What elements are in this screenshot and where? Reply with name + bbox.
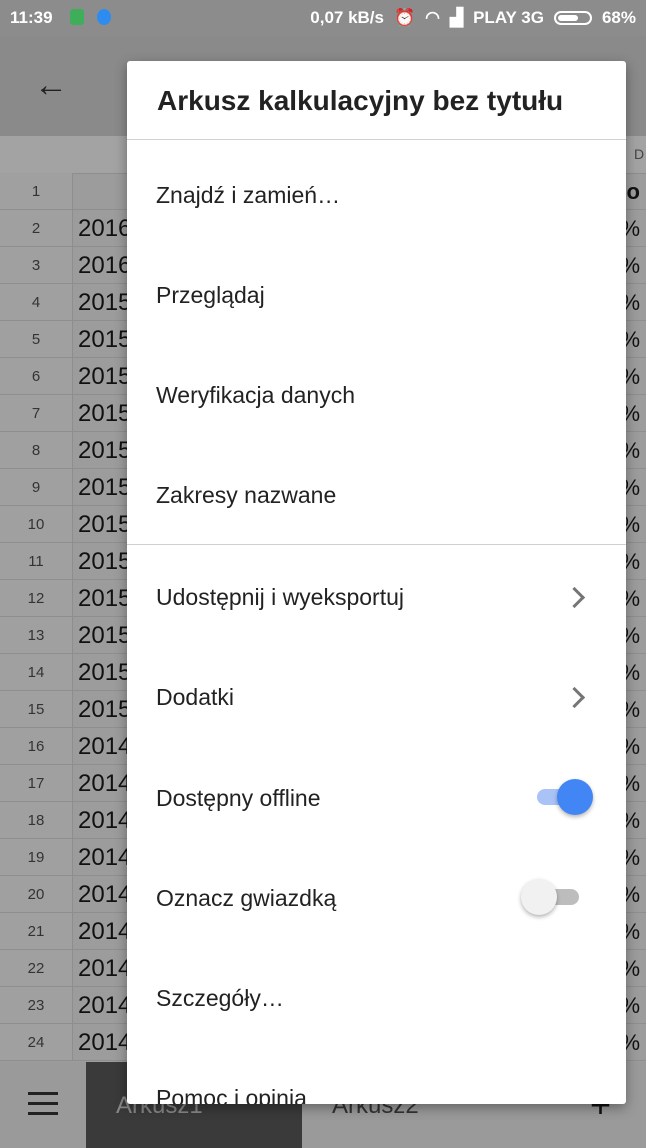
row-number[interactable]: 6 bbox=[0, 358, 73, 394]
menu-item-named-ranges[interactable]: Zakresy nazwane bbox=[127, 444, 626, 544]
menu-item-label: Zakresy nazwane bbox=[156, 482, 337, 508]
menu-item-star[interactable]: Oznacz gwiazdką bbox=[127, 847, 626, 947]
menu-item-data-validation[interactable]: Weryfikacja danych bbox=[127, 344, 626, 444]
divider bbox=[127, 139, 626, 140]
cell-a[interactable]: 2014 bbox=[78, 839, 131, 876]
offline-toggle[interactable] bbox=[533, 777, 593, 817]
sheets-notification-icon bbox=[70, 9, 84, 25]
row-number[interactable]: 5 bbox=[0, 321, 73, 357]
signal-icon: ▟ bbox=[450, 8, 464, 27]
row-number[interactable]: 23 bbox=[0, 987, 73, 1023]
row-number[interactable]: 16 bbox=[0, 728, 73, 764]
chevron-right-icon bbox=[563, 586, 586, 609]
row-number[interactable]: 9 bbox=[0, 469, 73, 505]
cell-a[interactable]: 2016 bbox=[78, 210, 131, 247]
row-number[interactable]: 14 bbox=[0, 654, 73, 690]
cell-a[interactable]: 2015 bbox=[78, 617, 131, 654]
cell-a[interactable]: 2015 bbox=[78, 654, 131, 691]
chevron-right-icon bbox=[563, 686, 586, 709]
row-number[interactable]: 4 bbox=[0, 284, 73, 320]
alarm-icon: ⏰ bbox=[394, 8, 416, 27]
menu-item-addons[interactable]: Dodatki bbox=[127, 646, 626, 746]
menu-item-label: Pomoc i opinia bbox=[156, 1085, 307, 1104]
menu-item-offline[interactable]: Dostępny offline bbox=[127, 747, 626, 847]
menu-item-label: Szczegóły… bbox=[156, 985, 284, 1011]
row-number[interactable]: 1 bbox=[0, 173, 73, 209]
row-number[interactable]: 7 bbox=[0, 395, 73, 431]
menu-item-label: Dostępny offline bbox=[156, 785, 321, 811]
cell-a[interactable]: 2015 bbox=[78, 543, 131, 580]
row-number[interactable]: 21 bbox=[0, 913, 73, 949]
net-speed: 0,07 kB/s bbox=[310, 8, 384, 27]
messenger-notification-icon bbox=[97, 9, 111, 25]
cell-a[interactable]: 2014 bbox=[78, 913, 131, 950]
menu-item-browse[interactable]: Przeglądaj bbox=[127, 244, 626, 344]
battery-level: 68% bbox=[601, 8, 636, 27]
row-number[interactable]: 24 bbox=[0, 1024, 73, 1060]
cell-a[interactable]: 2014 bbox=[78, 876, 131, 913]
cell-a[interactable]: 2015 bbox=[78, 321, 131, 358]
cell-a[interactable]: 2015 bbox=[78, 580, 131, 617]
row-number[interactable]: 11 bbox=[0, 543, 73, 579]
row-number[interactable]: 17 bbox=[0, 765, 73, 801]
row-number[interactable]: 19 bbox=[0, 839, 73, 875]
menu-item-label: Znajdź i zamień… bbox=[156, 182, 341, 208]
cell-a[interactable]: 2015 bbox=[78, 691, 131, 728]
status-bar: 11:39 0,07 kB/s ⏰ ◠ ▟ PLAY 3G 68% bbox=[0, 0, 646, 36]
toggle-thumb bbox=[557, 779, 593, 815]
menu-item-label: Weryfikacja danych bbox=[156, 382, 355, 408]
battery-icon bbox=[553, 11, 592, 25]
menu-icon[interactable] bbox=[28, 1092, 58, 1122]
row-number[interactable]: 13 bbox=[0, 617, 73, 653]
cell-a[interactable]: 2014 bbox=[78, 728, 131, 765]
cell-a[interactable]: 2015 bbox=[78, 284, 131, 321]
menu-item-details[interactable]: Szczegóły… bbox=[127, 947, 626, 1047]
row-number[interactable]: 10 bbox=[0, 506, 73, 542]
row-number[interactable]: 18 bbox=[0, 802, 73, 838]
cell-a[interactable]: 2015 bbox=[78, 432, 131, 469]
menu-item-label: Oznacz gwiazdką bbox=[156, 885, 337, 911]
menu-item-label: Udostępnij i wyeksportuj bbox=[156, 584, 405, 610]
cell-a[interactable]: 2014 bbox=[78, 765, 131, 802]
row-number[interactable]: 15 bbox=[0, 691, 73, 727]
arrow-left-icon[interactable]: ← bbox=[34, 66, 68, 105]
row-number[interactable]: 3 bbox=[0, 247, 73, 283]
menu-item-label: Dodatki bbox=[156, 684, 234, 710]
column-header-d[interactable]: D bbox=[634, 146, 644, 162]
menu-item-label: Przeglądaj bbox=[156, 282, 265, 308]
menu-title: Arkusz kalkulacyjny bez tytułu bbox=[157, 85, 564, 116]
cell-a[interactable]: 2015 bbox=[78, 469, 131, 506]
clock: 11:39 bbox=[10, 8, 53, 27]
row-number[interactable]: 20 bbox=[0, 876, 73, 912]
menu-item-find-replace[interactable]: Znajdź i zamień… bbox=[127, 144, 626, 244]
cell-a[interactable]: 2014 bbox=[78, 802, 131, 839]
cell-a[interactable]: 2014 bbox=[78, 1024, 131, 1061]
cell-a[interactable]: 2015 bbox=[78, 395, 131, 432]
row-number[interactable]: 12 bbox=[0, 580, 73, 616]
cell-a[interactable]: 2016 bbox=[78, 247, 131, 284]
menu-item-help-feedback[interactable]: Pomoc i opinia bbox=[127, 1047, 626, 1104]
cell-a[interactable]: 2014 bbox=[78, 987, 131, 1024]
wifi-icon: ◠ bbox=[425, 8, 441, 27]
cell-a[interactable]: 2014 bbox=[78, 950, 131, 987]
cell-a[interactable]: 2015 bbox=[78, 506, 131, 543]
overflow-menu: Arkusz kalkulacyjny bez tytułu Znajdź i … bbox=[127, 61, 626, 1104]
menu-item-share-export[interactable]: Udostępnij i wyeksportuj bbox=[127, 546, 626, 646]
status-right: 0,07 kB/s ⏰ ◠ ▟ PLAY 3G 68% bbox=[310, 8, 636, 28]
row-number[interactable]: 8 bbox=[0, 432, 73, 468]
star-toggle[interactable] bbox=[521, 877, 583, 917]
row-number[interactable]: 2 bbox=[0, 210, 73, 246]
divider bbox=[127, 544, 626, 545]
carrier: PLAY 3G bbox=[473, 8, 544, 27]
row-number[interactable]: 22 bbox=[0, 950, 73, 986]
toggle-thumb bbox=[521, 879, 557, 915]
cell-a[interactable]: 2015 bbox=[78, 358, 131, 395]
